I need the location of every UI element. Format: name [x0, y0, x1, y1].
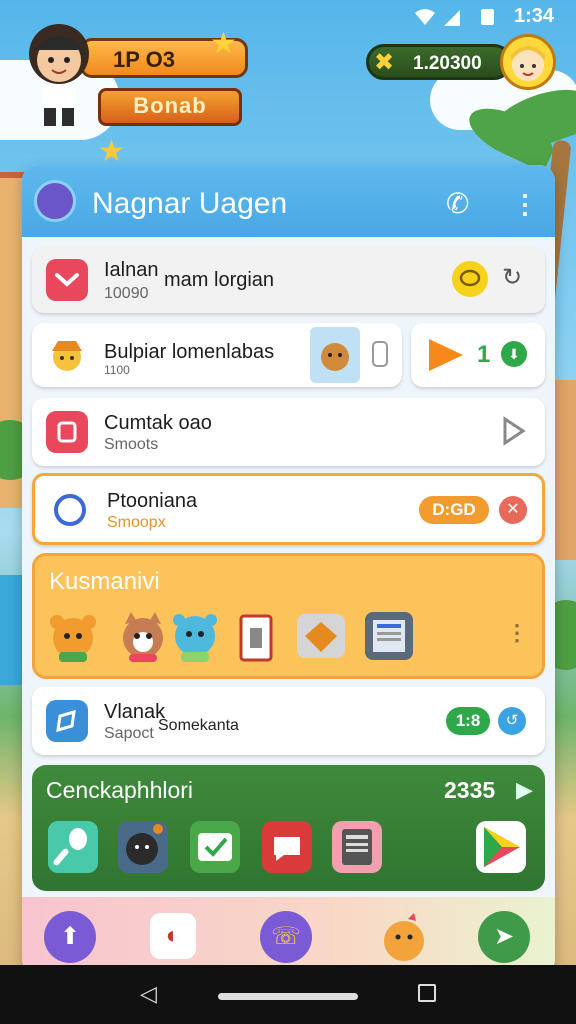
send-icon[interactable]: ➤	[478, 911, 530, 963]
character-icon	[46, 333, 88, 375]
settings-ring-icon	[49, 489, 91, 531]
star-icon: ★	[210, 27, 237, 60]
battery-icon	[481, 9, 494, 25]
pet-thumbnail[interactable]	[310, 327, 360, 383]
close-icon[interactable]: ✕	[499, 496, 527, 524]
timer-badge: D:GD	[419, 496, 489, 524]
list-item-ptooniana[interactable]: Ptooniana Smoopx D:GD ✕	[32, 473, 545, 545]
news-app-icon[interactable]	[332, 821, 382, 873]
document-icon	[46, 411, 88, 453]
section-title: Kusmanivi	[49, 568, 160, 595]
bottom-toolbar: ⬆ ◐ ☏ ➤	[22, 897, 555, 975]
coin-icon: ✖	[374, 49, 395, 76]
row-title: Ialnan	[104, 259, 159, 281]
toggle-icon[interactable]	[372, 341, 388, 367]
play-count: 1	[477, 341, 491, 368]
main-panel: Nagnar Uagen ✆ ⋮ Ialnan 10090 mam lorgia…	[22, 165, 555, 975]
row-subtitle: 10090	[104, 285, 149, 302]
upload-icon[interactable]: ⬆	[44, 911, 96, 963]
check-message-app-icon[interactable]	[190, 821, 240, 873]
chat-bubble-icon[interactable]	[452, 261, 488, 297]
more-vertical-icon[interactable]: ⋮	[512, 189, 538, 220]
download-icon[interactable]: ⬇	[501, 341, 527, 367]
recent-apps-icon[interactable]	[418, 984, 436, 1002]
back-icon[interactable]: ◁	[140, 981, 157, 1007]
section-title: Cenckaphhlori	[46, 777, 194, 803]
list-item-cumtak[interactable]: Cumtak oao Smoots	[32, 398, 545, 466]
list-item-bulpiar[interactable]: Bulpiar lomenlabas 1100	[32, 323, 402, 387]
treasure-item-icon[interactable]	[293, 608, 345, 664]
chick-mascot-icon[interactable]	[378, 911, 430, 963]
row-subtitle: Smoopx	[107, 514, 166, 531]
clock: 1:34	[513, 5, 554, 27]
more-vertical-icon[interactable]: ⋮	[506, 620, 528, 646]
game-logo: Bonab	[98, 88, 242, 126]
bear-sticker-icon[interactable]	[45, 608, 97, 664]
star-icon: ★	[98, 135, 125, 168]
row-subtitle: Sapoct	[104, 725, 154, 742]
signal-icon	[442, 8, 462, 32]
card-item-icon[interactable]	[233, 608, 285, 664]
play-arrow-icon[interactable]	[502, 416, 526, 451]
row-title: Cumtak oao	[104, 412, 212, 434]
pacman-icon[interactable]: ◐	[150, 913, 196, 959]
apps-section: Cenckaphhlori 2335 ▶	[32, 765, 545, 891]
list-item-vlanak[interactable]: Vlanak Sapoct Somekanta 1:8 ↺	[32, 687, 545, 755]
blue-pet-sticker-icon[interactable]	[167, 608, 219, 664]
page-title: Nagnar Uagen	[92, 187, 288, 220]
row-extra: Somekanta	[158, 717, 239, 734]
row-title: Ptooniana	[107, 490, 198, 512]
phone-call-icon[interactable]: ☏	[260, 911, 312, 963]
play-icon	[425, 335, 467, 380]
coin-value: 1.20300	[413, 53, 482, 74]
row-title: Vlanak	[104, 701, 166, 723]
list-item-ialnan[interactable]: Ialnan 10090 mam lorgian ↻	[32, 247, 545, 313]
play-store-icon[interactable]	[476, 821, 526, 873]
newspaper-item-icon[interactable]	[361, 608, 413, 664]
player-avatar[interactable]	[24, 22, 94, 132]
leaf-icon	[46, 700, 88, 742]
mail-icon	[46, 259, 88, 301]
row-extra: mam lorgian	[164, 269, 275, 291]
row-subtitle: Smoots	[104, 436, 159, 453]
row-subtitle: 1100	[104, 363, 130, 377]
level-label: 1P O3	[113, 47, 175, 72]
cat-sticker-icon[interactable]	[115, 608, 167, 664]
panel-header: Nagnar Uagen ✆ ⋮	[22, 165, 555, 237]
wifi-icon	[414, 8, 436, 32]
home-icon[interactable]	[218, 993, 358, 1000]
collection-section: Kusmanivi ⋮	[32, 553, 545, 679]
level-badge: 1:8	[446, 707, 490, 735]
system-nav-bar: ◁	[0, 965, 576, 1024]
phone-icon[interactable]: ✆	[446, 187, 469, 220]
spoon-app-icon[interactable]	[48, 821, 98, 873]
play-count-card[interactable]: 1 ⬇	[411, 323, 545, 387]
refresh-icon[interactable]: ↻	[502, 263, 522, 292]
friend-avatar[interactable]	[500, 34, 556, 90]
dog-app-icon[interactable]	[118, 821, 168, 873]
section-count: 2335	[444, 777, 496, 803]
row-title: Bulpiar lomenlabas	[104, 341, 275, 363]
chevron-right-icon[interactable]: ▶	[516, 777, 533, 803]
group-avatar-icon[interactable]	[34, 180, 76, 222]
chat-app-icon[interactable]	[262, 821, 312, 873]
share-icon[interactable]: ↺	[498, 707, 526, 735]
